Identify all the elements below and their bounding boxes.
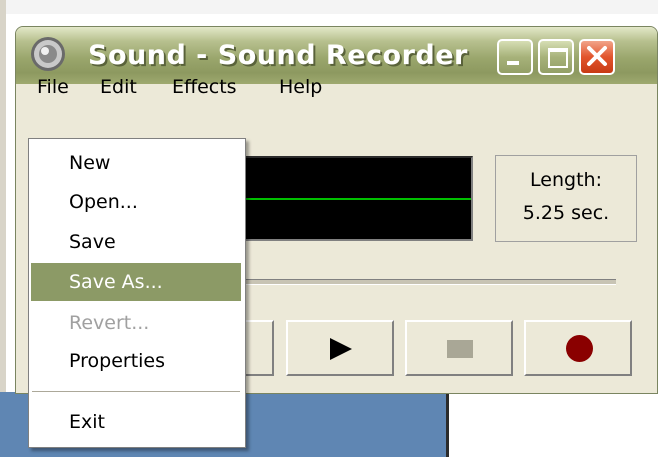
desktop-divider xyxy=(446,392,449,457)
menu-item-new[interactable]: New xyxy=(31,144,241,182)
waveform-display xyxy=(225,156,473,241)
maximize-button[interactable] xyxy=(538,39,574,75)
menu-item-save-as[interactable]: Save As... xyxy=(31,263,241,301)
speaker-icon[interactable] xyxy=(29,35,67,73)
length-panel: Length: 5.25 sec. xyxy=(495,155,637,242)
menu-separator xyxy=(32,391,240,392)
window-title: Sound - Sound Recorder xyxy=(88,40,468,71)
menu-effects[interactable]: Effects xyxy=(166,70,243,104)
record-button[interactable] xyxy=(524,320,632,376)
close-icon xyxy=(587,46,607,66)
menu-file[interactable]: File xyxy=(31,70,75,104)
play-icon xyxy=(330,338,352,360)
waveform-line xyxy=(227,198,471,200)
menu-item-properties[interactable]: Properties xyxy=(31,342,241,380)
maximize-icon xyxy=(548,48,568,68)
close-button[interactable] xyxy=(579,39,615,75)
menu-item-open[interactable]: Open... xyxy=(31,183,241,221)
stop-icon xyxy=(447,340,473,358)
desktop-edge xyxy=(0,0,6,457)
menu-item-exit[interactable]: Exit xyxy=(31,403,241,441)
menu-item-save[interactable]: Save xyxy=(31,223,241,261)
file-menu-dropdown: New Open... Save Save As... Revert... Pr… xyxy=(28,138,246,448)
minimize-button[interactable] xyxy=(497,39,533,75)
desktop-top xyxy=(0,0,658,14)
length-label: Length: xyxy=(530,169,602,191)
menu-help[interactable]: Help xyxy=(273,70,328,104)
stop-button[interactable] xyxy=(405,320,513,376)
position-slider[interactable] xyxy=(238,279,616,285)
play-button[interactable] xyxy=(286,320,394,376)
minimize-icon xyxy=(507,61,519,65)
length-value: 5.25 sec. xyxy=(522,202,610,224)
menu-item-revert: Revert... xyxy=(69,312,150,334)
menu-edit[interactable]: Edit xyxy=(94,70,143,104)
record-icon xyxy=(566,335,593,362)
